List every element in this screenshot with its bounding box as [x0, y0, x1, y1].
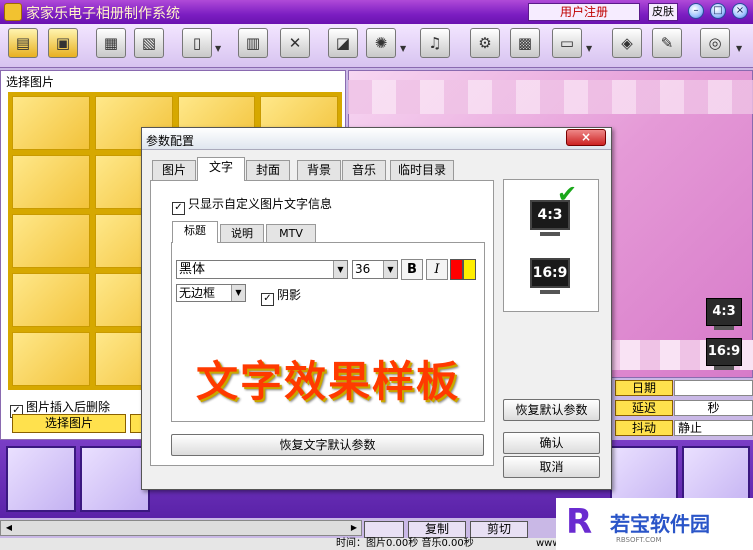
status-text: 时间：图片0.00秒 音乐0.00秒 — [336, 538, 474, 549]
subtab-mtv[interactable]: MTV — [266, 224, 316, 242]
save-all-icon[interactable]: ▧ — [134, 28, 164, 58]
custom-text-only-label: 只显示自定义图片文字信息 — [188, 197, 333, 211]
checkbox-box[interactable]: ✓ — [261, 293, 274, 306]
page-dropdown-icon[interactable]: ▼ — [215, 44, 221, 53]
cancel-button[interactable]: 取消 — [503, 456, 600, 478]
effect-icon[interactable]: ✺ — [366, 28, 396, 58]
tab-text[interactable]: 文字 — [197, 157, 245, 181]
ratio-169-icon[interactable]: 16:9 — [706, 338, 742, 366]
monitor-stand — [540, 232, 560, 236]
disc-dropdown-icon[interactable]: ▼ — [736, 44, 742, 53]
restore-text-defaults-button[interactable]: 恢复文字默认参数 — [171, 434, 484, 456]
template-icon[interactable]: ▩ — [510, 28, 540, 58]
thumbnail-slot[interactable] — [12, 214, 90, 268]
preview-icon[interactable]: ▭ — [552, 28, 582, 58]
app-title: 家家乐电子相册制作系统 — [26, 6, 180, 22]
ratio-43-icon[interactable]: 4:3 — [706, 298, 742, 326]
shadow-checkbox[interactable]: ✓ 阴影 — [261, 286, 301, 306]
monitor-stand — [714, 366, 734, 370]
font-family-value: 黑体 — [179, 262, 206, 277]
thumbnail-slot[interactable] — [12, 273, 90, 327]
watermark-logo-icon: R — [566, 502, 593, 542]
cut-button[interactable]: 剪切 — [470, 521, 528, 538]
restore-icon[interactable]: □ — [710, 3, 726, 19]
thumbnail-slot[interactable] — [12, 332, 90, 386]
monitor-stand — [714, 326, 734, 330]
decorative-filmstrip — [348, 80, 753, 114]
monitor-stand — [540, 290, 560, 294]
register-button[interactable]: 用户注册 — [528, 3, 640, 21]
checkbox-box[interactable]: ✓ — [172, 202, 185, 215]
dialog-close-icon[interactable]: × — [566, 129, 606, 146]
shake-label: 抖动 — [615, 420, 673, 436]
chevron-down-icon[interactable]: ▼ — [383, 261, 397, 278]
image-edit-icon[interactable]: ◪ — [328, 28, 358, 58]
chevron-down-icon[interactable]: ▼ — [333, 261, 347, 278]
selected-check-icon: ✔ — [557, 180, 578, 208]
thumbnail-slot[interactable] — [12, 155, 90, 209]
tab-music[interactable]: 音乐 — [342, 160, 386, 180]
delete-page-icon[interactable]: ✕ — [280, 28, 310, 58]
text-effect-sample: 文字效果样板 — [195, 357, 460, 406]
timeline-scrollbar[interactable] — [0, 520, 362, 536]
shake-field[interactable]: 静止 — [674, 420, 753, 436]
delay-label: 延迟 — [615, 400, 673, 416]
palette-icon[interactable]: ✎ — [652, 28, 682, 58]
bold-button[interactable]: B — [401, 259, 423, 280]
date-field[interactable] — [674, 380, 753, 396]
burn-disc-icon[interactable]: ◎ — [700, 28, 730, 58]
scroll-left-icon[interactable]: ◀ — [3, 522, 15, 534]
new-album-icon[interactable]: ▤ — [8, 28, 38, 58]
shadow-color-swatch[interactable] — [463, 259, 476, 280]
font-size-value: 36 — [355, 262, 371, 276]
delete-after-insert-label: 图片插入后删除 — [26, 400, 111, 414]
text-color-swatch[interactable] — [450, 259, 463, 280]
subtab-description[interactable]: 说明 — [220, 224, 264, 242]
insert-page-icon[interactable]: ▥ — [238, 28, 268, 58]
thumbnail-slot[interactable] — [12, 96, 90, 150]
border-style-select[interactable]: 无边框 ▼ — [176, 284, 246, 302]
tab-picture[interactable]: 图片 — [152, 160, 196, 180]
italic-button[interactable]: I — [426, 259, 448, 280]
page-icon[interactable]: ▯ — [182, 28, 212, 58]
open-picture-icon[interactable]: ▣ — [48, 28, 78, 58]
app-logo-icon — [4, 3, 22, 21]
custom-text-only-checkbox[interactable]: ✓ 只显示自定义图片文字信息 — [172, 195, 332, 215]
settings-icon[interactable]: ⚙ — [470, 28, 500, 58]
tab-cover[interactable]: 封面 — [246, 160, 290, 180]
save-icon[interactable]: ▦ — [96, 28, 126, 58]
copy-button[interactable]: 复制 — [408, 521, 466, 538]
dialog-title-bar — [142, 128, 611, 150]
dialog-title: 参数配置 — [146, 134, 195, 148]
font-family-select[interactable]: 黑体 ▼ — [176, 260, 348, 279]
extra-bottom-button[interactable] — [364, 521, 404, 538]
chevron-down-icon[interactable]: ▼ — [231, 285, 245, 301]
tab-background[interactable]: 背景 — [297, 160, 341, 180]
watermark-subtext: RBSOFT.COM — [616, 536, 662, 544]
music-icon[interactable]: ♫ — [420, 28, 450, 58]
close-icon[interactable]: × — [732, 3, 748, 19]
select-picture-button[interactable]: 选择图片 — [12, 414, 126, 433]
subtab-title[interactable]: 标题 — [172, 221, 218, 243]
delay-field[interactable]: 秒 — [674, 400, 753, 416]
effect-dropdown-icon[interactable]: ▼ — [400, 44, 406, 53]
preview-dropdown-icon[interactable]: ▼ — [586, 44, 592, 53]
shadow-label: 阴影 — [277, 288, 302, 302]
font-size-select[interactable]: 36 ▼ — [352, 260, 398, 279]
tab-temp-dir[interactable]: 临时目录 — [390, 160, 454, 180]
publish-icon[interactable]: ◈ — [612, 28, 642, 58]
timeline-frame[interactable] — [6, 446, 76, 512]
date-label: 日期 — [615, 380, 673, 396]
scroll-right-icon[interactable]: ▶ — [348, 522, 360, 534]
watermark-text: 若宝软件园 — [610, 512, 710, 536]
timeline-frame[interactable] — [80, 446, 150, 512]
skin-button[interactable]: 皮肤 — [648, 3, 678, 21]
aspect-169-option[interactable]: 16:9 — [530, 258, 570, 288]
minimize-icon[interactable]: – — [688, 3, 704, 19]
ok-button[interactable]: 确认 — [503, 432, 600, 454]
border-style-value: 无边框 — [179, 286, 216, 300]
restore-defaults-button[interactable]: 恢复默认参数 — [503, 399, 600, 421]
picture-panel-title: 选择图片 — [6, 75, 55, 89]
